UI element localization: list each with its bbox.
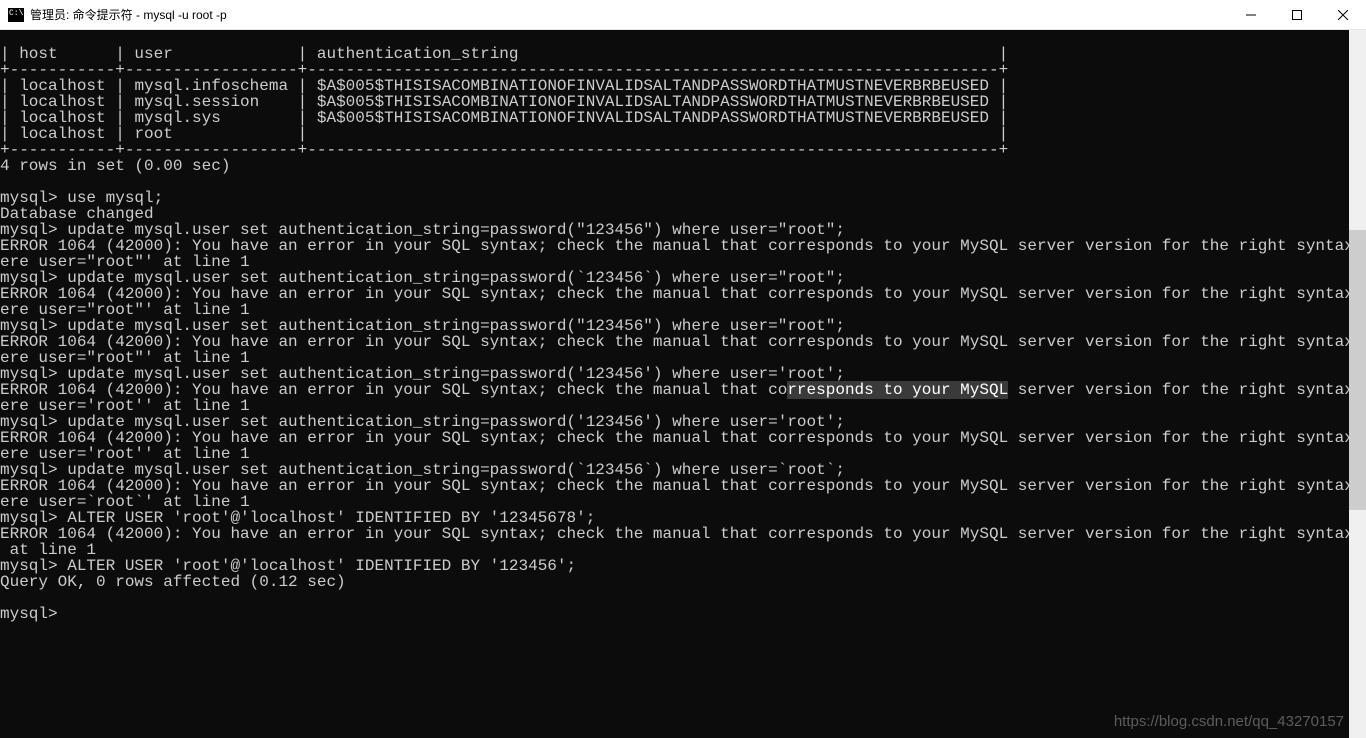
minimize-icon — [1246, 10, 1256, 20]
terminal-area[interactable]: | host | user | authentication_string | … — [0, 30, 1366, 638]
window-titlebar: 管理员: 命令提示符 - mysql -u root -p — [0, 0, 1366, 30]
terminal-content: | host | user | authentication_string | … — [0, 46, 1366, 622]
maximize-button[interactable] — [1274, 0, 1320, 29]
rows-in-set: 4 rows in set (0.00 sec) — [0, 157, 230, 175]
window-title: 管理员: 命令提示符 - mysql -u root -p — [30, 6, 227, 23]
close-icon — [1338, 10, 1348, 20]
selected-text: rresponds to your MySQL — [787, 381, 1008, 399]
output-line: Query OK, 0 rows affected (0.12 sec) — [0, 573, 346, 591]
window-controls — [1228, 0, 1366, 29]
title-left: 管理员: 命令提示符 - mysql -u root -p — [8, 6, 227, 23]
error-line: ERROR 1064 (42000): You have an error in… — [0, 525, 1366, 543]
maximize-icon — [1292, 10, 1302, 20]
watermark-text: https://blog.csdn.net/qq_43270157 — [1114, 713, 1344, 730]
scrollbar-thumb[interactable] — [1349, 230, 1366, 510]
vertical-scrollbar[interactable] — [1349, 30, 1366, 738]
prompt-line: mysql> — [0, 605, 58, 623]
minimize-button[interactable] — [1228, 0, 1274, 29]
close-button[interactable] — [1320, 0, 1366, 29]
cmd-icon — [8, 8, 24, 22]
